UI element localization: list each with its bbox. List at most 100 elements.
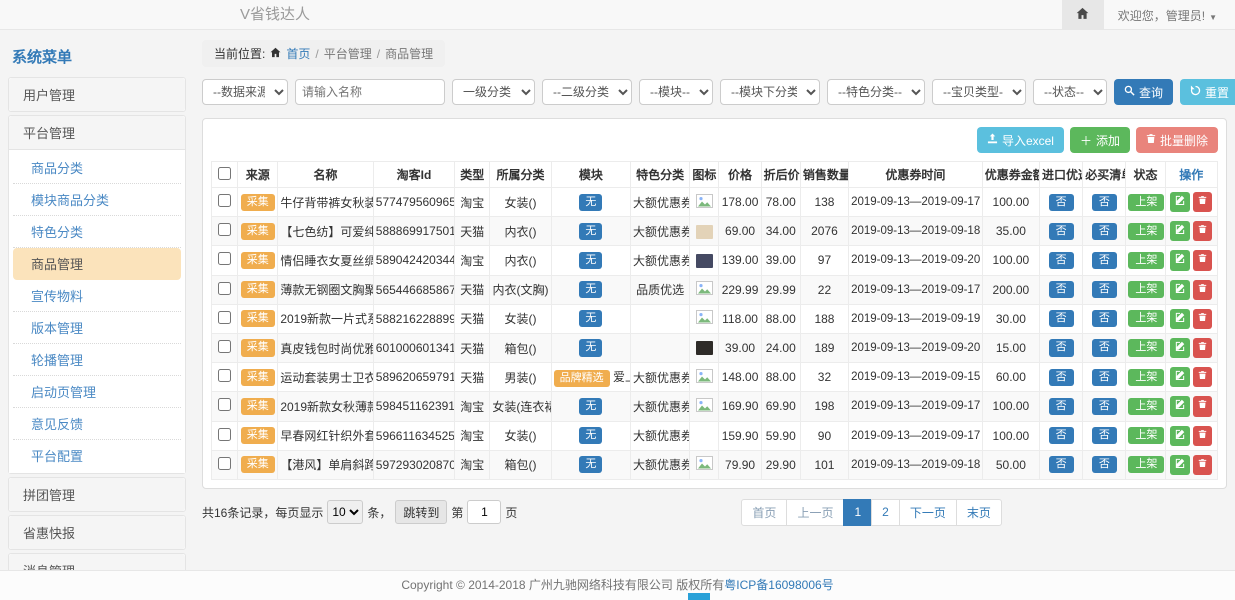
user-menu[interactable]: 欢迎您，管理员!▼	[1104, 7, 1235, 24]
page-button-1[interactable]: 1	[843, 499, 872, 526]
edit-button[interactable]	[1170, 309, 1190, 329]
status-button[interactable]: 上架	[1128, 427, 1164, 444]
row-checkbox[interactable]	[218, 428, 231, 441]
must-buy-toggle[interactable]: 否	[1092, 456, 1117, 473]
data-source-select[interactable]: --数据来源--	[202, 79, 288, 105]
sidebar-item[interactable]: 意见反馈	[13, 408, 181, 440]
delete-button[interactable]	[1193, 221, 1212, 241]
row-checkbox[interactable]	[218, 223, 231, 236]
per-page-select[interactable]: 10	[327, 500, 363, 524]
module-select[interactable]: --模块--	[639, 79, 713, 105]
delete-button[interactable]	[1193, 280, 1212, 300]
row-checkbox[interactable]	[218, 369, 231, 382]
must-buy-toggle[interactable]: 否	[1092, 369, 1117, 386]
sidebar-item[interactable]: 宣传物料	[13, 280, 181, 312]
edit-button[interactable]	[1170, 221, 1190, 241]
page-button-下一页[interactable]: 下一页	[899, 499, 957, 526]
status-select[interactable]: --状态--	[1033, 79, 1107, 105]
edit-button[interactable]	[1170, 192, 1190, 212]
row-checkbox[interactable]	[218, 252, 231, 265]
delete-button[interactable]	[1193, 396, 1212, 416]
breadcrumb-home-link[interactable]: 首页	[286, 45, 310, 62]
sidebar-item[interactable]: 模块商品分类	[13, 184, 181, 216]
status-button[interactable]: 上架	[1128, 223, 1164, 240]
sidebar-item[interactable]: 平台配置	[13, 440, 181, 471]
item-type-select[interactable]: --宝贝类型--	[932, 79, 1026, 105]
edit-button[interactable]	[1170, 338, 1190, 358]
must-buy-toggle[interactable]: 否	[1092, 398, 1117, 415]
import-select-toggle[interactable]: 否	[1049, 194, 1074, 211]
delete-button[interactable]	[1193, 250, 1212, 270]
status-button[interactable]: 上架	[1128, 281, 1164, 298]
edit-button[interactable]	[1170, 367, 1190, 387]
sidebar-group-header[interactable]: 用户管理	[9, 78, 185, 111]
page-number-input[interactable]	[467, 500, 501, 524]
module-subcategory-select[interactable]: --模块下分类--	[720, 79, 820, 105]
page-button-末页[interactable]: 末页	[956, 499, 1002, 526]
edit-button[interactable]	[1170, 396, 1190, 416]
home-button[interactable]	[1062, 0, 1104, 30]
icp-link[interactable]: 粤ICP备16098006号	[724, 578, 833, 592]
delete-button[interactable]	[1193, 192, 1212, 212]
page-button-上一页[interactable]: 上一页	[786, 499, 844, 526]
row-checkbox[interactable]	[218, 311, 231, 324]
jump-button[interactable]: 跳转到	[395, 500, 447, 524]
status-button[interactable]: 上架	[1128, 339, 1164, 356]
row-checkbox[interactable]	[218, 194, 231, 207]
delete-button[interactable]	[1193, 367, 1212, 387]
import-select-toggle[interactable]: 否	[1049, 252, 1074, 269]
back-to-top-button-partial[interactable]	[688, 593, 710, 600]
import-select-toggle[interactable]: 否	[1049, 369, 1074, 386]
level2-category-select[interactable]: --二级分类--	[542, 79, 632, 105]
select-all-checkbox[interactable]	[218, 167, 231, 180]
status-button[interactable]: 上架	[1128, 369, 1164, 386]
add-button[interactable]: ＋ 添加	[1070, 127, 1130, 153]
must-buy-toggle[interactable]: 否	[1092, 339, 1117, 356]
delete-button[interactable]	[1193, 455, 1212, 475]
must-buy-toggle[interactable]: 否	[1092, 223, 1117, 240]
import-select-toggle[interactable]: 否	[1049, 456, 1074, 473]
import-select-toggle[interactable]: 否	[1049, 398, 1074, 415]
sidebar-group-header[interactable]: 省惠快报	[9, 516, 185, 549]
row-checkbox[interactable]	[218, 457, 231, 470]
edit-button[interactable]	[1170, 455, 1190, 475]
must-buy-toggle[interactable]: 否	[1092, 252, 1117, 269]
sidebar-item[interactable]: 特色分类	[13, 216, 181, 248]
sidebar-item[interactable]: 轮播管理	[13, 344, 181, 376]
edit-button[interactable]	[1170, 280, 1190, 300]
delete-button[interactable]	[1193, 309, 1212, 329]
edit-button[interactable]	[1170, 250, 1190, 270]
status-button[interactable]: 上架	[1128, 194, 1164, 211]
page-button-2[interactable]: 2	[871, 499, 900, 526]
reset-button[interactable]: 重置	[1180, 79, 1235, 105]
row-checkbox[interactable]	[218, 282, 231, 295]
import-excel-button[interactable]: 导入excel	[977, 127, 1064, 153]
delete-button[interactable]	[1193, 426, 1212, 446]
row-checkbox[interactable]	[218, 340, 231, 353]
sidebar-group-header[interactable]: 平台管理	[9, 116, 185, 150]
level1-category-select[interactable]: 一级分类	[452, 79, 535, 105]
import-select-toggle[interactable]: 否	[1049, 427, 1074, 444]
feature-category-select[interactable]: --特色分类--	[827, 79, 925, 105]
import-select-toggle[interactable]: 否	[1049, 310, 1074, 327]
sidebar-item[interactable]: 商品分类	[13, 152, 181, 184]
search-button[interactable]: 查询	[1114, 79, 1173, 105]
status-button[interactable]: 上架	[1128, 252, 1164, 269]
row-checkbox[interactable]	[218, 398, 231, 411]
must-buy-toggle[interactable]: 否	[1092, 281, 1117, 298]
status-button[interactable]: 上架	[1128, 398, 1164, 415]
sidebar-item[interactable]: 商品管理	[13, 248, 181, 280]
sidebar-item[interactable]: 版本管理	[13, 312, 181, 344]
edit-button[interactable]	[1170, 426, 1190, 446]
delete-button[interactable]	[1193, 338, 1212, 358]
name-search-input[interactable]	[295, 79, 445, 105]
status-button[interactable]: 上架	[1128, 456, 1164, 473]
must-buy-toggle[interactable]: 否	[1092, 194, 1117, 211]
must-buy-toggle[interactable]: 否	[1092, 427, 1117, 444]
sidebar-item[interactable]: 启动页管理	[13, 376, 181, 408]
import-select-toggle[interactable]: 否	[1049, 281, 1074, 298]
batch-delete-button[interactable]: 批量删除	[1136, 127, 1218, 153]
must-buy-toggle[interactable]: 否	[1092, 310, 1117, 327]
sidebar-group-header[interactable]: 拼团管理	[9, 478, 185, 511]
import-select-toggle[interactable]: 否	[1049, 339, 1074, 356]
